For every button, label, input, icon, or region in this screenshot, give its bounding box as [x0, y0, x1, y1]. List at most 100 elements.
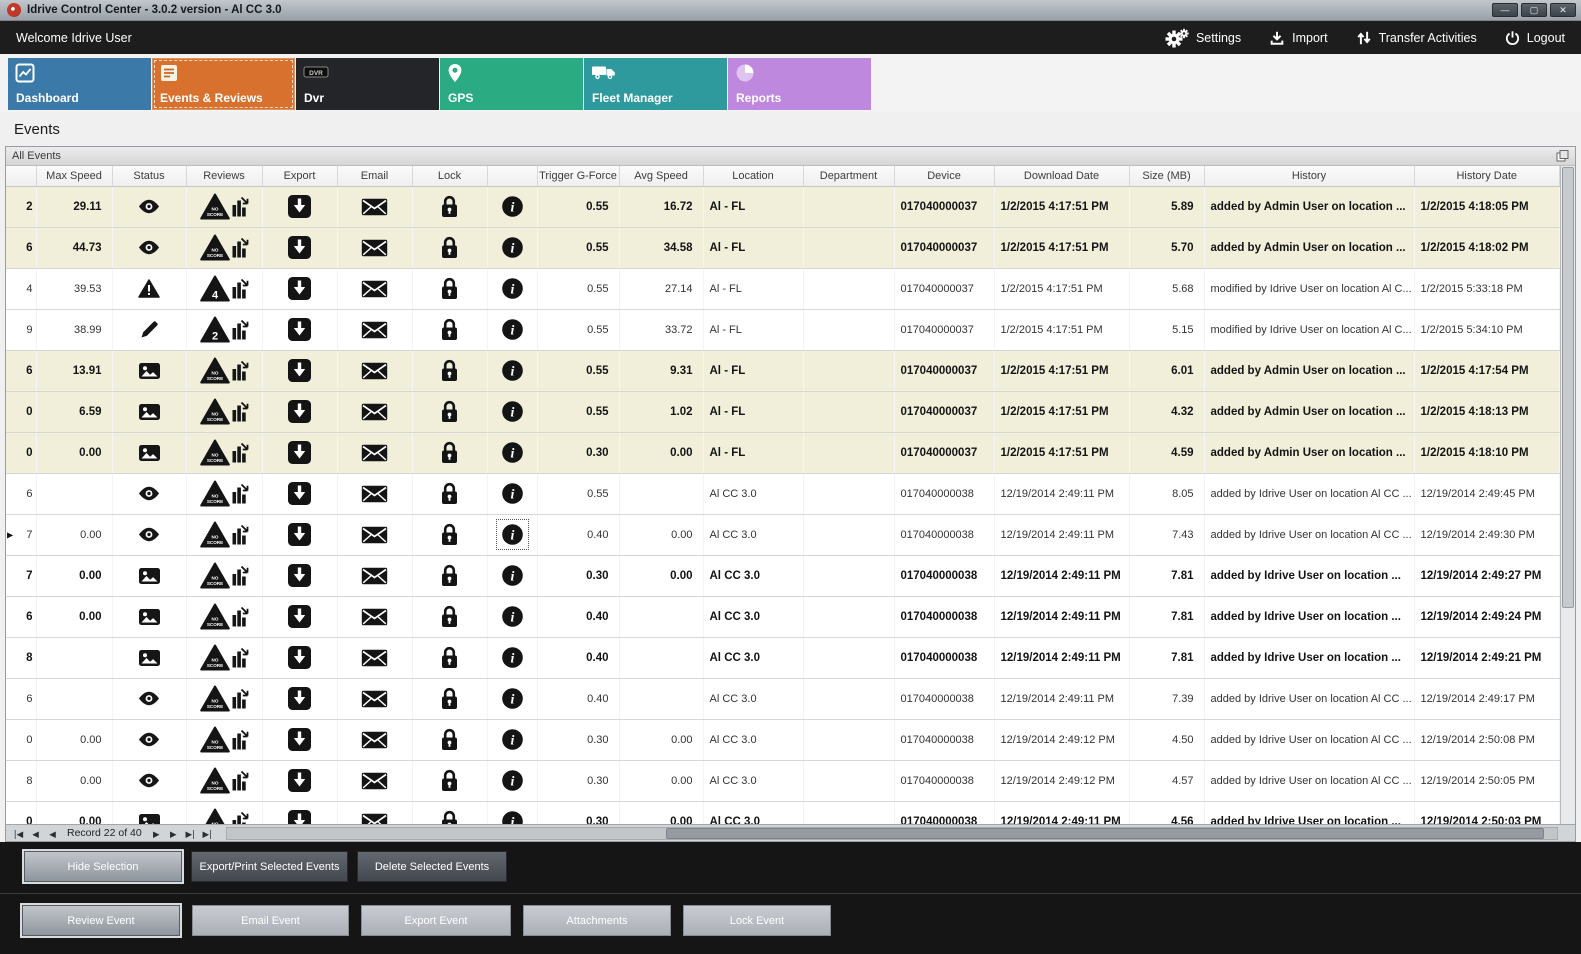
export-cell[interactable]	[262, 801, 337, 824]
export-icon[interactable]	[287, 481, 312, 506]
lock-icon[interactable]	[440, 564, 459, 587]
column-header-avg-speed[interactable]: Avg Speed	[619, 166, 703, 186]
tab-events-reviews[interactable]: Events & Reviews	[152, 58, 295, 110]
info-icon[interactable]: i	[497, 356, 528, 385]
column-header-email[interactable]: Email	[337, 166, 412, 186]
column-header-device[interactable]: Device	[894, 166, 994, 186]
reviews-cell[interactable]: NOSCORE	[186, 227, 262, 268]
lock-cell[interactable]	[412, 186, 487, 227]
lock-icon[interactable]	[440, 195, 459, 218]
table-row[interactable]: ▶70.00NOSCOREi0.400.00Al CC 3.0017040000…	[6, 514, 1560, 555]
export-icon[interactable]	[287, 604, 312, 629]
menubar-action-transfer-activities[interactable]: Transfer Activities	[1356, 30, 1477, 46]
email-cell[interactable]	[337, 760, 412, 801]
tab-reports[interactable]: Reports	[728, 58, 871, 110]
info-cell[interactable]: i	[487, 268, 537, 309]
export-cell[interactable]	[262, 514, 337, 555]
email-icon[interactable]	[361, 690, 388, 708]
lock-event-button[interactable]: Lock Event	[683, 905, 831, 936]
lock-cell[interactable]	[412, 678, 487, 719]
info-icon[interactable]: i	[497, 684, 528, 713]
lock-icon[interactable]	[440, 359, 459, 382]
email-icon[interactable]	[361, 444, 388, 462]
email-icon[interactable]	[361, 731, 388, 749]
reviews-cell[interactable]: NOSCORE	[186, 801, 262, 824]
lock-cell[interactable]	[412, 350, 487, 391]
table-row[interactable]: 00.00NOSCOREi0.300.00Al CC 3.00170400000…	[6, 801, 1560, 824]
nav-next-button-0[interactable]: ▶	[148, 828, 165, 843]
reviews-cell[interactable]: NOSCORE	[186, 514, 262, 555]
column-header-export[interactable]: Export	[262, 166, 337, 186]
table-row[interactable]: 8NOSCOREi0.40Al CC 3.001704000003812/19/…	[6, 637, 1560, 678]
export-icon[interactable]	[287, 399, 312, 424]
column-header-history-date[interactable]: History Date	[1414, 166, 1560, 186]
email-cell[interactable]	[337, 596, 412, 637]
tab-dashboard[interactable]: Dashboard	[8, 58, 151, 110]
export-cell[interactable]	[262, 309, 337, 350]
export-cell[interactable]	[262, 227, 337, 268]
table-row[interactable]: 229.11NOSCOREi0.5516.72Al - FL0170400000…	[6, 186, 1560, 227]
attachments-button[interactable]: Attachments	[523, 905, 671, 936]
info-icon[interactable]: i	[497, 766, 528, 795]
info-cell[interactable]: i	[487, 432, 537, 473]
tab-dvr[interactable]: DVRDvr	[296, 58, 439, 110]
info-cell[interactable]: i	[487, 555, 537, 596]
export-icon[interactable]	[287, 317, 312, 342]
tab-gps[interactable]: GPS	[440, 58, 583, 110]
hide-selection-button[interactable]: Hide Selection	[24, 851, 182, 882]
email-cell[interactable]	[337, 719, 412, 760]
column-header-trigger-g-force[interactable]: Trigger G-Force	[537, 166, 619, 186]
info-cell[interactable]: i	[487, 309, 537, 350]
reviews-cell[interactable]: NOSCORE	[186, 473, 262, 514]
email-cell[interactable]	[337, 473, 412, 514]
reviews-cell[interactable]: NOSCORE	[186, 678, 262, 719]
export-cell[interactable]	[262, 350, 337, 391]
info-icon[interactable]: i	[497, 561, 528, 590]
export-cell[interactable]	[262, 637, 337, 678]
column-header-location[interactable]: Location	[703, 166, 803, 186]
close-button[interactable]: ✕	[1550, 3, 1576, 17]
export-icon[interactable]	[287, 645, 312, 670]
lock-cell[interactable]	[412, 391, 487, 432]
export-icon[interactable]	[287, 768, 312, 793]
export-cell[interactable]	[262, 678, 337, 719]
export-icon[interactable]	[287, 522, 312, 547]
reviews-cell[interactable]: NOSCORE	[186, 760, 262, 801]
column-header-department[interactable]: Department	[803, 166, 894, 186]
nav-prev-button-1[interactable]: ◀	[27, 828, 44, 843]
column-header-status[interactable]: Status	[112, 166, 186, 186]
info-icon[interactable]: i	[497, 520, 528, 549]
email-icon[interactable]	[361, 321, 388, 339]
minimize-button[interactable]: —	[1492, 3, 1518, 17]
lock-icon[interactable]	[440, 605, 459, 628]
export-print-selected-events-button[interactable]: Export/Print Selected Events	[191, 851, 348, 882]
info-icon[interactable]: i	[497, 192, 528, 221]
email-cell[interactable]	[337, 268, 412, 309]
info-cell[interactable]: i	[487, 350, 537, 391]
info-icon[interactable]: i	[497, 315, 528, 344]
table-row[interactable]: 613.91NOSCOREi0.559.31Al - FL01704000003…	[6, 350, 1560, 391]
reviews-cell[interactable]: NOSCORE	[186, 432, 262, 473]
email-icon[interactable]	[361, 403, 388, 421]
lock-cell[interactable]	[412, 801, 487, 824]
popout-icon[interactable]	[1556, 150, 1569, 162]
table-row[interactable]: 00.00NOSCOREi0.300.00Al - FL017040000037…	[6, 432, 1560, 473]
email-cell[interactable]	[337, 391, 412, 432]
export-icon[interactable]	[287, 563, 312, 588]
info-icon[interactable]: i	[497, 807, 528, 824]
info-cell[interactable]: i	[487, 514, 537, 555]
lock-cell[interactable]	[412, 227, 487, 268]
column-header-info[interactable]	[487, 166, 537, 186]
reviews-cell[interactable]: NOSCORE	[186, 637, 262, 678]
info-cell[interactable]: i	[487, 760, 537, 801]
reviews-cell[interactable]: NOSCORE	[186, 719, 262, 760]
email-icon[interactable]	[361, 772, 388, 790]
export-cell[interactable]	[262, 432, 337, 473]
reviews-cell[interactable]: NOSCORE	[186, 391, 262, 432]
lock-cell[interactable]	[412, 760, 487, 801]
email-cell[interactable]	[337, 309, 412, 350]
lock-icon[interactable]	[440, 769, 459, 792]
export-icon[interactable]	[287, 440, 312, 465]
nav-next-button-3[interactable]: ▶|	[199, 828, 216, 843]
email-cell[interactable]	[337, 678, 412, 719]
